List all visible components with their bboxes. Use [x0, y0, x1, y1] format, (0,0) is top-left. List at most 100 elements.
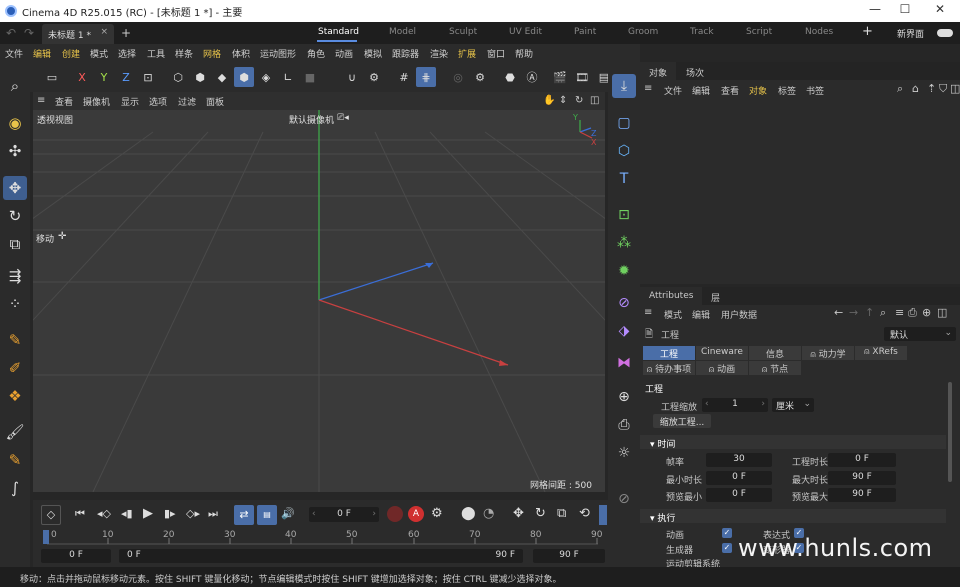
exec-section-title[interactable]: ▾ 执行	[650, 511, 675, 524]
points-mode-icon[interactable]: ⬡	[168, 67, 188, 87]
attributes-menu-edit[interactable]: 编辑	[692, 308, 710, 321]
key-settings-icon[interactable]: ⚙	[431, 506, 443, 521]
preset-dropdown[interactable]: 默认 ⌄	[884, 327, 956, 341]
maximize-view-icon[interactable]: ◫	[590, 95, 599, 106]
coordinate-system-icon[interactable]: ⊡	[138, 67, 158, 87]
menu-window[interactable]: 窗口	[487, 47, 505, 60]
create-text-icon[interactable]: T	[612, 167, 636, 191]
solo-mode-icon[interactable]: ■	[300, 67, 320, 87]
objects-search-icon[interactable]: ⌕	[897, 82, 903, 96]
subtab-cineware[interactable]: Cineware	[696, 346, 748, 360]
create-effector-icon[interactable]: ✹	[612, 259, 636, 283]
scale-project-button[interactable]: 缩放工程...	[653, 414, 711, 428]
magnet-icon[interactable]: ∪	[342, 67, 362, 87]
render-picture-icon[interactable]: 🎞	[572, 67, 592, 87]
camera-lock-icon[interactable]: ⎚◂	[337, 113, 349, 123]
motion-path-icon[interactable]: ◔	[483, 506, 494, 521]
layout-script[interactable]: Script	[746, 27, 772, 37]
scale-decrease-icon[interactable]: ‹	[705, 399, 709, 409]
frame-increase-icon[interactable]: ›	[372, 509, 376, 519]
zoom-view-icon[interactable]: ⇕	[559, 95, 567, 106]
key-scale-icon[interactable]: ⧉	[557, 506, 566, 521]
next-frame-icon[interactable]: ▮▸	[164, 507, 176, 520]
scale-unit-dropdown[interactable]: 厘米 ⌄	[772, 398, 814, 412]
menu-file[interactable]: 文件	[5, 47, 23, 60]
z-axis-lock-button[interactable]: Z	[116, 67, 136, 87]
viewport-menu-view[interactable]: 查看	[55, 95, 73, 108]
key-rotation-icon[interactable]: ↻	[535, 506, 546, 521]
menu-help[interactable]: 帮助	[515, 47, 533, 60]
menu-edit[interactable]: 编辑	[33, 47, 51, 60]
objects-menu-bookmarks[interactable]: 书签	[806, 84, 824, 97]
exec-section-header[interactable]	[640, 509, 946, 523]
playback-range-icon[interactable]: ▤	[257, 505, 277, 525]
minimize-icon[interactable]: —	[862, 2, 888, 16]
time-section-title[interactable]: ▾ 时间	[650, 437, 675, 450]
fps-field[interactable]: 30	[706, 453, 772, 467]
subtab-todo[interactable]: ⍝ 待办事项	[643, 361, 695, 375]
up-arrow-icon[interactable]: ↑	[865, 306, 874, 319]
render-settings-icon[interactable]: ⚙	[470, 67, 490, 87]
attributes-scrollbar[interactable]	[948, 382, 952, 482]
create-generator-icon[interactable]: ⊡	[612, 203, 636, 227]
sound-icon[interactable]: 🔊	[281, 507, 295, 520]
project-duration-field[interactable]: 0 F	[828, 453, 896, 467]
menu-character[interactable]: 角色	[307, 47, 325, 60]
preview-min-field[interactable]: 0 F	[706, 488, 772, 502]
tab-attributes[interactable]: Attributes	[649, 291, 693, 301]
keyframe-selection-icon[interactable]: ⬤	[461, 506, 476, 521]
close-tab-icon[interactable]: ×	[100, 27, 108, 37]
attributes-new-icon[interactable]: ⊕	[922, 306, 931, 319]
min-time-field[interactable]: 0 F	[706, 471, 772, 485]
attributes-menu-mode[interactable]: 模式	[664, 308, 682, 321]
exec-animation-checkbox[interactable]: ✓	[722, 528, 732, 538]
subtab-animation[interactable]: ⍝ 动画	[696, 361, 748, 375]
key-param-icon[interactable]: ⟲	[579, 506, 590, 521]
add-tab-icon[interactable]: +	[121, 26, 131, 40]
back-arrow-icon[interactable]: ←	[834, 306, 843, 319]
undo-icon[interactable]: ↶	[6, 26, 16, 40]
polygons-mode-icon[interactable]: ◆	[212, 67, 232, 87]
rotate-tool-icon[interactable]: ↻	[3, 204, 27, 228]
create-light-icon[interactable]: ☼	[612, 441, 636, 465]
edges-mode-icon[interactable]: ⬢	[190, 67, 210, 87]
layout-track[interactable]: Track	[690, 27, 714, 37]
key-pla-icon[interactable]	[599, 505, 607, 525]
objects-home-icon[interactable]: ⌂	[912, 82, 919, 95]
menu-volume[interactable]: 体积	[232, 47, 250, 60]
auto-key-icon[interactable]: Ⓐ	[522, 67, 542, 87]
menu-animate[interactable]: 动画	[335, 47, 353, 60]
perspective-viewport[interactable]: 透视视图 默认摄像机 ⎚◂ Y Z X 移动 ✛ 网格间距 : 500 cm	[33, 110, 605, 492]
forward-arrow-icon[interactable]: →	[849, 306, 858, 319]
menu-simulate[interactable]: 模拟	[364, 47, 382, 60]
subtab-dynamics[interactable]: ⍝ 动力学	[802, 346, 854, 360]
viewport-camera[interactable]: 默认摄像机	[289, 113, 334, 126]
snap-points-icon[interactable]: ⁘	[3, 292, 27, 316]
subtab-project[interactable]: 工程	[643, 346, 695, 360]
tab-takes[interactable]: 场次	[686, 66, 704, 79]
create-volume-icon[interactable]: ⧓	[612, 351, 636, 375]
viewport-menu-filter[interactable]: 过滤	[178, 95, 196, 108]
layout-model[interactable]: Model	[389, 27, 416, 37]
attributes-menu-userdata[interactable]: 用户数据	[721, 308, 757, 321]
new-interface-toggle[interactable]	[937, 29, 953, 37]
render-region-icon[interactable]: ◎	[448, 67, 468, 87]
redo-icon[interactable]: ↷	[24, 26, 34, 40]
close-icon[interactable]: ✕	[927, 2, 953, 16]
loop-icon[interactable]: ⇄	[234, 505, 254, 525]
create-cube-icon[interactable]: ⬡	[612, 139, 636, 163]
layout-nodes[interactable]: Nodes	[805, 27, 833, 37]
record-icon[interactable]	[387, 506, 403, 522]
subtab-nodes[interactable]: ⍝ 节点	[749, 361, 801, 375]
viewport-menu-panel[interactable]: 面板	[206, 95, 224, 108]
exec-generators-checkbox[interactable]: ✓	[722, 543, 732, 553]
menu-mograph[interactable]: 运动图形	[260, 47, 296, 60]
menu-mode[interactable]: 模式	[90, 47, 108, 60]
keyframe-diamond-icon[interactable]: ◇	[41, 505, 61, 525]
objects-menu-file[interactable]: 文件	[664, 84, 682, 97]
start-frame-field[interactable]: 0 F	[41, 549, 111, 563]
x-axis-lock-button[interactable]: X	[72, 67, 92, 87]
menu-render[interactable]: 渲染	[430, 47, 448, 60]
objects-list[interactable]	[640, 98, 960, 284]
max-time-field[interactable]: 90 F	[828, 471, 896, 485]
